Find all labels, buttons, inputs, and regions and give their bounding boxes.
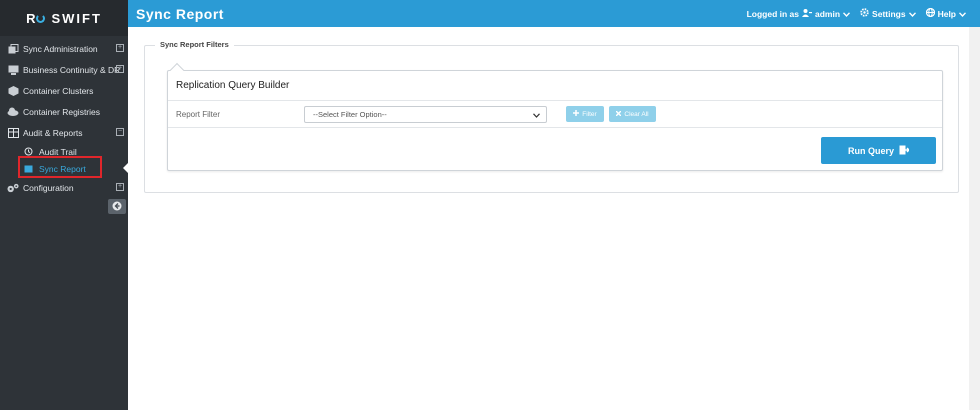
filter-row: Report Filter --Select Filter Option-- F… (168, 101, 942, 128)
history-icon (24, 147, 34, 156)
active-caret-icon (123, 163, 128, 173)
chevron-down-icon (958, 9, 967, 19)
username: admin (815, 8, 841, 19)
sidebar-item-container-registries[interactable]: Container Registries (0, 101, 128, 122)
server-icon (7, 65, 19, 75)
sidebar-item-container-clusters[interactable]: Container Clusters (0, 80, 128, 101)
settings-label: Settings (872, 8, 906, 19)
filter-button[interactable]: Filter (566, 106, 604, 122)
expand-toggle[interactable]: + (116, 183, 124, 191)
collapse-toggle[interactable]: − (116, 128, 124, 136)
vertical-scrollbar[interactable] (969, 27, 980, 410)
help-label: Help (937, 8, 956, 19)
logo-prefix: R (26, 10, 36, 26)
table-icon (7, 127, 19, 138)
globe-icon (925, 7, 935, 19)
sidebar-item-label: Container Clusters (23, 85, 94, 96)
collapse-sidebar-button[interactable] (108, 199, 126, 214)
export-icon (899, 145, 910, 157)
run-query-button[interactable]: Run Query (821, 137, 936, 164)
report-filter-label: Report Filter (176, 110, 221, 119)
sidebar-item-label: Sync Administration (23, 43, 98, 54)
sync-icon (7, 43, 19, 54)
sidebar-item-sync-administration[interactable]: Sync Administration + (0, 38, 128, 59)
sidebar-subitem-label: Audit Trail (39, 146, 77, 157)
expand-toggle[interactable]: + (116, 65, 124, 73)
fieldset-legend: Sync Report Filters (155, 40, 234, 49)
panel-title: Replication Query Builder (168, 71, 942, 101)
user-menu[interactable]: Logged in as admin (746, 8, 851, 19)
user-icon (802, 8, 813, 19)
logged-in-label: Logged in as (746, 8, 800, 19)
sidebar-item-audit-reports[interactable]: Audit & Reports − (0, 122, 128, 143)
expand-toggle[interactable]: + (116, 44, 124, 52)
run-query-label: Run Query (847, 145, 894, 156)
sidebar-item-label: Container Registries (23, 106, 101, 117)
chevron-down-icon (908, 9, 916, 19)
filter-button-label: Filter (582, 110, 597, 118)
cluster-icon (7, 85, 19, 96)
cloud-icon (7, 107, 19, 117)
sidebar-item-configuration[interactable]: Configuration + (0, 177, 128, 198)
page-title: Sync Report (136, 5, 224, 22)
arrow-left-icon (112, 201, 122, 213)
logo[interactable]: R SWIFT (0, 0, 128, 36)
sidebar-item-label: Business Continuity & DR (23, 64, 121, 75)
clear-all-label: Clear All (624, 110, 649, 118)
select-value: --Select Filter Option-- (313, 110, 387, 119)
clear-all-button[interactable]: Clear All (609, 106, 656, 122)
chevron-down-icon (533, 111, 540, 120)
query-builder-panel: Replication Query Builder Report Filter … (167, 62, 943, 171)
help-menu[interactable]: Help (925, 7, 967, 19)
selection-highlight (18, 156, 102, 178)
sidebar-item-label: Configuration (23, 182, 74, 193)
sync-report-filters-fieldset: Sync Report Filters Replication Query Bu… (144, 40, 959, 193)
sidebar: R SWIFT Sync Administration + Business C… (0, 0, 128, 410)
sidebar-item-business-continuity[interactable]: Business Continuity & DR + (0, 59, 128, 80)
gear-icon (860, 8, 869, 19)
report-filter-select[interactable]: --Select Filter Option-- (304, 106, 547, 123)
chevron-down-icon (843, 9, 851, 19)
top-header: Sync Report Logged in as admin Settings (128, 0, 980, 27)
plus-icon (573, 110, 580, 118)
settings-menu[interactable]: Settings (860, 8, 916, 19)
sidebar-item-label: Audit & Reports (23, 127, 83, 138)
logo-text: SWIFT (51, 10, 102, 26)
gears-icon (7, 183, 19, 193)
close-icon (615, 110, 622, 118)
logo-swirl-icon (36, 13, 46, 23)
